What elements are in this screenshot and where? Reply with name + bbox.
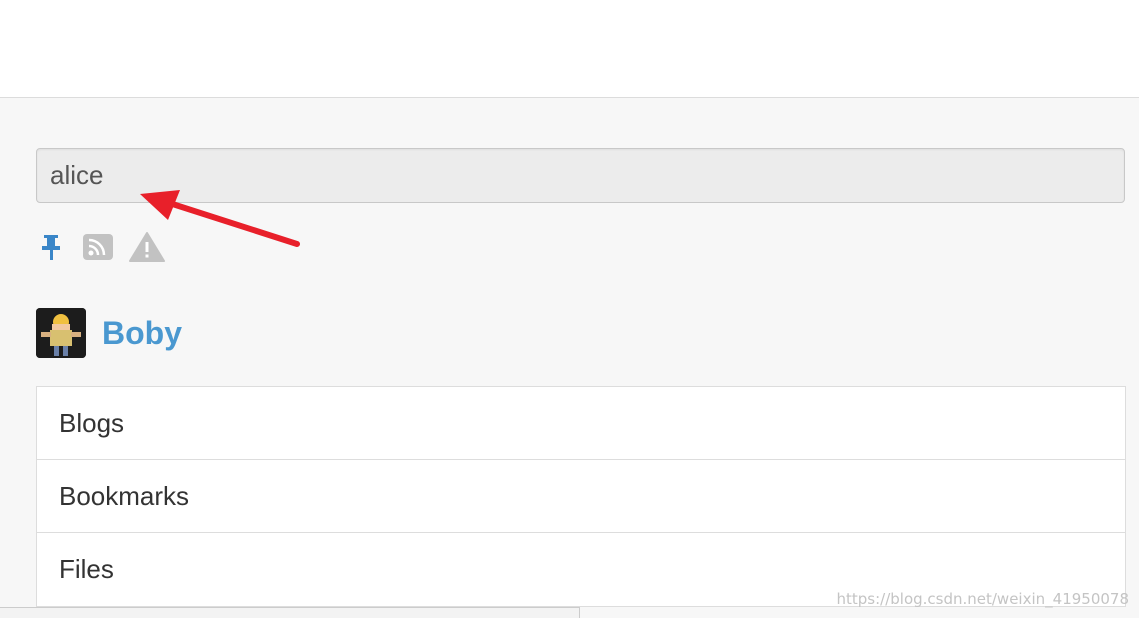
header-area <box>0 0 1139 98</box>
profile-name-link[interactable]: Boby <box>102 315 182 352</box>
watermark: https://blog.csdn.net/weixin_41950078 <box>836 590 1129 608</box>
search-input[interactable] <box>36 148 1125 203</box>
bottom-panel-edge <box>0 607 580 618</box>
content-panel: Boby Blogs Bookmarks Files <box>0 98 1139 618</box>
warning-icon[interactable] <box>128 231 165 263</box>
rss-icon[interactable] <box>82 231 114 263</box>
page: Boby Blogs Bookmarks Files https://blog.… <box>0 0 1139 618</box>
action-icons <box>36 230 165 264</box>
pin-icon[interactable] <box>36 231 68 263</box>
menu-item-blogs[interactable]: Blogs <box>37 387 1125 460</box>
user-menu-list: Blogs Bookmarks Files <box>36 386 1126 607</box>
profile-header: Boby <box>36 308 182 358</box>
menu-item-bookmarks[interactable]: Bookmarks <box>37 460 1125 533</box>
avatar[interactable] <box>36 308 86 358</box>
